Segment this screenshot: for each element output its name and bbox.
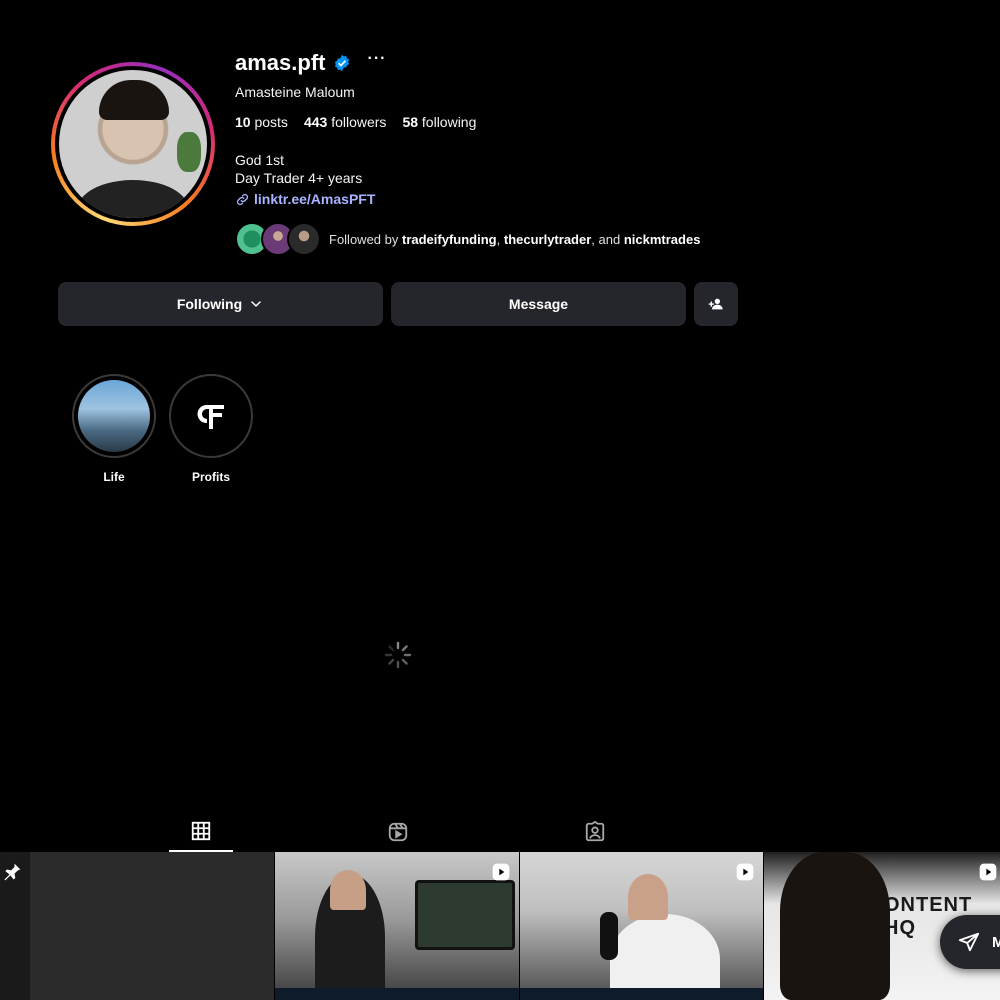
send-icon [958, 932, 980, 952]
verified-badge-icon [335, 54, 350, 72]
followed-by-name: nickmtrades [623, 231, 701, 247]
followed-by-row[interactable]: Followed by tradeifyfunding, thecurlytra… [235, 222, 700, 256]
tab-tagged[interactable] [563, 812, 627, 852]
followed-by-name: thecurlytrader [503, 231, 592, 247]
post-tile[interactable] [275, 852, 519, 1000]
pin-icon [4, 863, 21, 881]
highlight-label: Life [103, 470, 125, 484]
bio-line-1: God 1st [235, 152, 285, 168]
post-tile[interactable] [520, 852, 763, 1000]
highlight-ring [169, 374, 253, 458]
highlight-ring [72, 374, 156, 458]
post-ticker [275, 988, 519, 1000]
post-microphone [600, 912, 618, 960]
following-stat[interactable]: 58 following [402, 114, 476, 130]
reel-icon [736, 863, 754, 881]
separator: , [496, 231, 501, 247]
separator: , and [591, 231, 621, 247]
followers-stat[interactable]: 443 followers [304, 114, 387, 130]
posts-grid: ONTENT HQ [0, 852, 1000, 1000]
username-row: amas.pft ··· [235, 50, 386, 76]
reels-icon [388, 822, 408, 842]
profile-stats: 10 posts 443 followers 58 following [235, 114, 476, 130]
avatar [287, 222, 321, 256]
highlight-label: Profits [191, 470, 230, 484]
posts-label: posts [254, 114, 288, 130]
highlight-cover [78, 380, 150, 452]
highlight-life[interactable]: Life [72, 374, 156, 484]
add-person-icon [708, 298, 723, 310]
post-monitor [415, 880, 515, 950]
avatar-border [55, 66, 211, 222]
followed-by-prefix: Followed by [329, 231, 399, 247]
post-person-head [628, 874, 668, 920]
followers-label: followers [331, 114, 387, 130]
highlight-cover [175, 380, 247, 452]
message-button[interactable]: Message [391, 282, 686, 326]
message-button-label: Message [508, 296, 569, 312]
avatar-plant [177, 132, 201, 172]
suggest-users-button[interactable] [694, 282, 738, 326]
full-name: Amasteine Maloum [235, 84, 355, 100]
more-options-button[interactable]: ··· [367, 50, 386, 68]
bio-line-2: Day Trader 4+ years [235, 170, 363, 186]
followed-by-name: tradeifyfunding [402, 231, 497, 247]
following-button[interactable]: Following [58, 282, 383, 326]
reel-icon [979, 863, 997, 881]
following-count: 58 [402, 114, 419, 130]
tab-reels[interactable] [366, 812, 430, 852]
chevron-down-icon [251, 301, 261, 308]
followed-by-text: Followed by tradeifyfunding, thecurlytra… [329, 232, 700, 247]
bio-link-text: linktr.ee/AmasPFT [254, 191, 376, 207]
tagged-icon [585, 821, 605, 842]
following-label: following [421, 114, 477, 130]
post-tile[interactable] [0, 852, 274, 1000]
reel-icon [492, 863, 510, 881]
loading-spinner-icon [384, 641, 412, 669]
link-icon [236, 193, 249, 205]
messages-label: M [992, 933, 1000, 951]
avatar[interactable] [59, 70, 207, 218]
avatar-hair [99, 80, 169, 120]
post-ticker [520, 988, 763, 1000]
pf-logo-icon [197, 405, 224, 429]
posts-count: 10 [235, 114, 251, 130]
followed-by-avatars [235, 222, 323, 256]
following-button-label: Following [176, 296, 243, 312]
posts-stat: 10 posts [235, 114, 288, 130]
followers-count: 443 [303, 114, 328, 130]
tab-posts[interactable] [169, 812, 233, 852]
bio-link[interactable]: linktr.ee/AmasPFT [235, 191, 375, 207]
post-person [780, 852, 890, 1000]
messages-button[interactable]: M [940, 915, 1000, 969]
post-person-head [330, 870, 366, 910]
username: amas.pft [235, 50, 326, 75]
avatar-shirt [77, 180, 189, 218]
profile-avatar-ring[interactable] [51, 62, 215, 226]
highlight-profits[interactable]: Profits [169, 374, 253, 484]
grid-icon [191, 821, 211, 841]
